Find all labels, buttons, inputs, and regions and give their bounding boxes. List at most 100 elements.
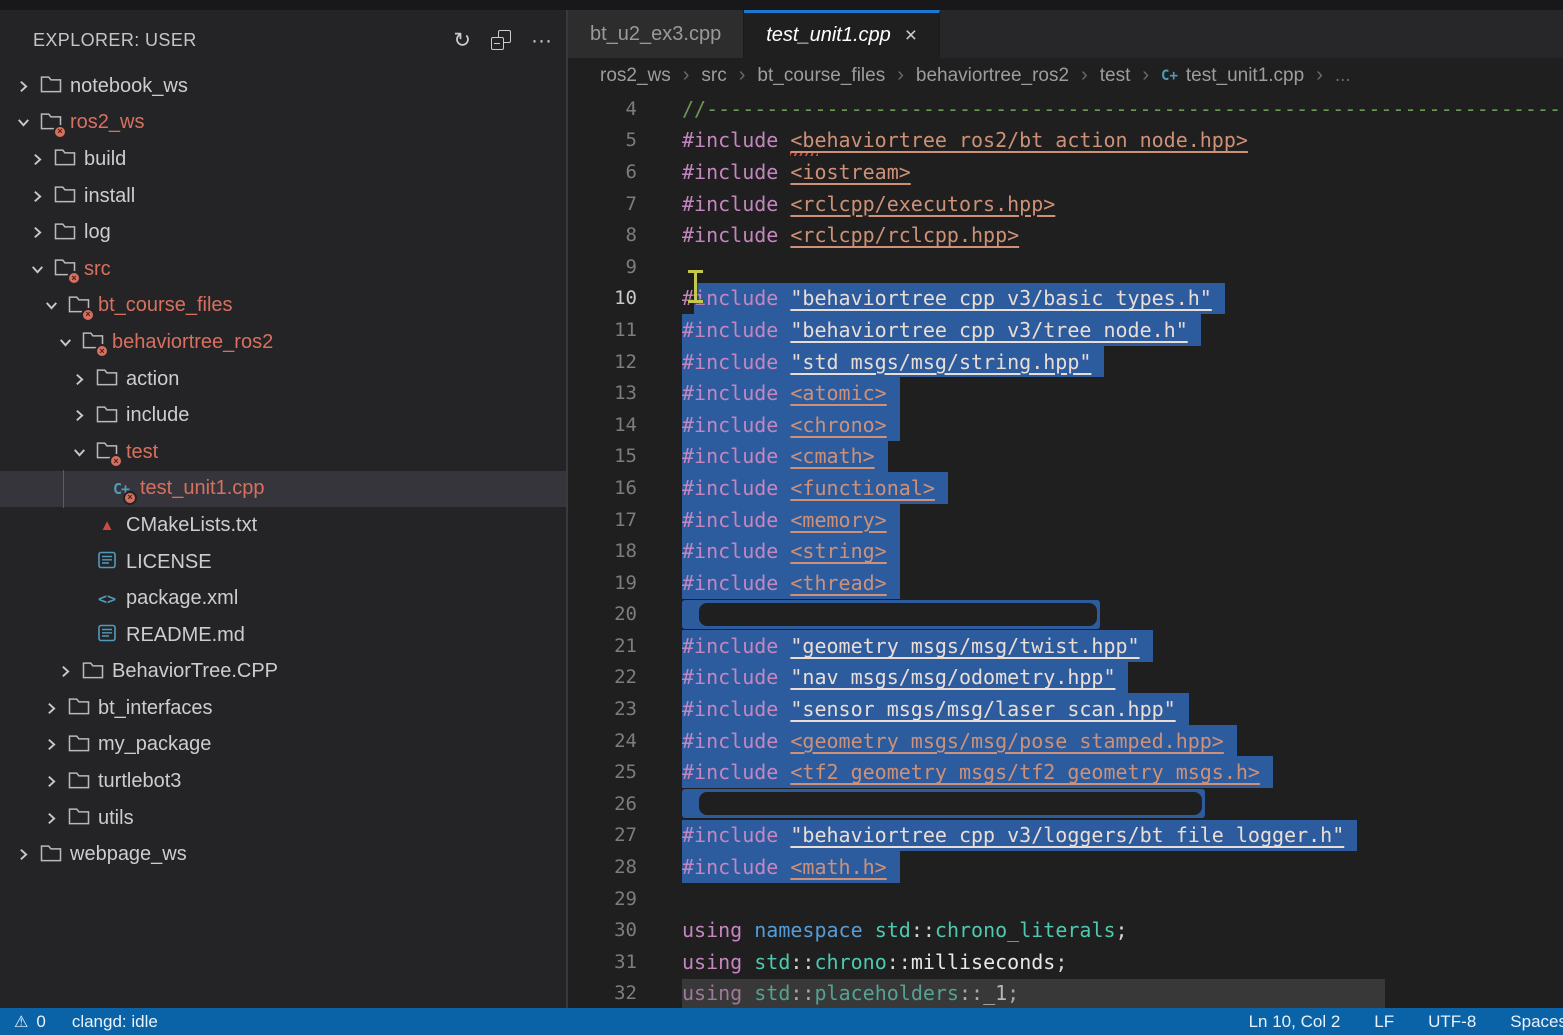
chevron-down-icon[interactable] (27, 261, 47, 278)
more-actions-icon[interactable]: ··· (531, 30, 552, 51)
tree-item-label: my_package (98, 733, 211, 756)
warning-icon: ⚠ (14, 1012, 28, 1032)
line-content: #include <rclcpp/executors.hpp> (660, 188, 1563, 220)
code-line-22: 22#include "nav_msgs/msg/odometry.hpp" (568, 662, 1563, 694)
tree-item-bt-interfaces[interactable]: bt_interfaces (0, 690, 566, 727)
chevron-down-icon[interactable] (55, 334, 75, 351)
tree-item-log[interactable]: log (0, 214, 566, 251)
code-line-21: 21#include "geometry_msgs/msg/twist.hpp" (568, 630, 1563, 662)
code-token: <memory> (790, 508, 886, 532)
breadcrumb-item-ros2-ws[interactable]: ros2_ws (600, 65, 671, 87)
code-token: <chrono> (790, 413, 886, 437)
code-token: ; (1055, 950, 1067, 974)
tree-item-bt-course-files[interactable]: ×bt_course_files (0, 288, 566, 325)
chevron-right-icon[interactable] (69, 407, 89, 424)
tree-item-label: bt_interfaces (98, 697, 213, 720)
code-token: "geometry_msgs/msg/twist.hpp" (790, 634, 1139, 658)
line-content: //--------------------------------------… (660, 93, 1563, 125)
breadcrumb-item-src[interactable]: src (701, 65, 726, 87)
line-content: using std::placeholders::_1; (660, 978, 1563, 1008)
status-bar: ⚠ 0 clangd: idle Ln 10, Col 2 LF UTF-8 Spac… (0, 1008, 1563, 1035)
code-line-30: 30using namespace std::chrono_literals; (568, 914, 1563, 946)
code-token: ; (1116, 918, 1128, 942)
line-content: #include "behaviortree_cpp_v3/basic_type… (660, 283, 1563, 315)
chevron-down-icon[interactable] (41, 297, 61, 314)
chevron-right-icon[interactable] (27, 224, 47, 241)
tree-item-package-xml[interactable]: <>package.xml (0, 580, 566, 617)
problems-indicator[interactable]: ⚠ 0 (14, 1012, 46, 1032)
chevron-right-icon[interactable] (13, 78, 33, 95)
chevron-right-icon[interactable] (41, 773, 61, 790)
line-content: #include <chrono> (660, 409, 1563, 441)
tree-item-webpage-ws[interactable]: webpage_ws (0, 836, 566, 873)
chevron-right-icon[interactable] (41, 736, 61, 753)
tree-item-license[interactable]: LICENSE (0, 544, 566, 581)
cursor-position[interactable]: Ln 10, Col 2 (1249, 1012, 1341, 1032)
chevron-down-icon[interactable] (13, 114, 33, 131)
breadcrumb-separator: › (1081, 64, 1088, 87)
code-token: "nav_msgs/msg/odometry.hpp" (790, 665, 1115, 689)
tree-item-cmakelists-txt[interactable]: ▲CMakeLists.txt (0, 507, 566, 544)
chevron-right-icon[interactable] (27, 188, 47, 205)
tree-item-install[interactable]: install (0, 178, 566, 215)
tree-item-turtlebot3[interactable]: turtlebot3 (0, 763, 566, 800)
close-icon[interactable]: × (905, 25, 917, 46)
code-token: #include (682, 855, 790, 879)
refresh-icon[interactable]: ↻ (453, 30, 471, 51)
tree-item-build[interactable]: build (0, 141, 566, 178)
code-token: #include (682, 223, 790, 247)
eol-indicator[interactable]: LF (1374, 1012, 1394, 1032)
warning-count: 0 (36, 1012, 45, 1032)
line-content (660, 251, 1563, 283)
tree-item-test-unit1-cpp[interactable]: C+×test_unit1.cpp (0, 471, 566, 508)
code-token: #include (682, 665, 790, 689)
line-content: #include <memory> (660, 504, 1563, 536)
code-token: #include (682, 128, 790, 152)
code-token: #include (682, 413, 790, 437)
tree-item-behaviortree-ros2[interactable]: ×behaviortree_ros2 (0, 324, 566, 361)
breadcrumb-separator: › (1316, 64, 1323, 87)
tree-item-label: include (126, 404, 189, 427)
editor-pane: bt_u2_ex3.cpptest_unit1.cpp× ros2_ws›src… (568, 0, 1563, 1008)
code-token: milliseconds (911, 950, 1056, 974)
tab-bt-u2-ex3-cpp[interactable]: bt_u2_ex3.cpp (568, 10, 744, 58)
chevron-right-icon[interactable] (13, 846, 33, 863)
chevron-right-icon[interactable] (55, 663, 75, 680)
tree-item-include[interactable]: include (0, 397, 566, 434)
tree-item-test[interactable]: ×test (0, 434, 566, 471)
tree-item-readme-md[interactable]: README.md (0, 617, 566, 654)
code-token: <geometry_msgs/msg/pose_stamped.hpp> (790, 729, 1223, 753)
tree-item-notebook-ws[interactable]: notebook_ws (0, 68, 566, 105)
chevron-right-icon[interactable] (41, 700, 61, 717)
line-content: #include <thread> (660, 567, 1563, 599)
indentation-indicator[interactable]: Spaces (1510, 1012, 1563, 1032)
breadcrumb-item-test[interactable]: test (1100, 65, 1131, 87)
tree-item-my-package[interactable]: my_package (0, 727, 566, 764)
line-number: 12 (568, 351, 660, 373)
breadcrumb-item-bt-course-files[interactable]: bt_course_files (757, 65, 885, 87)
tree-item-src[interactable]: ×src (0, 251, 566, 288)
chevron-down-icon[interactable] (69, 444, 89, 461)
code-line-24: 24#include <geometry_msgs/msg/pose_stamp… (568, 725, 1563, 757)
encoding-indicator[interactable]: UTF-8 (1428, 1012, 1476, 1032)
line-content: #include <iostream> (660, 156, 1563, 188)
tree-item-behaviortree-cpp[interactable]: BehaviorTree.CPP (0, 654, 566, 691)
tree-item-action[interactable]: action (0, 361, 566, 398)
tree-item-ros2-ws[interactable]: ×ros2_ws (0, 105, 566, 142)
code-line-9: 9 (568, 251, 1563, 283)
tree-item-utils[interactable]: utils (0, 800, 566, 837)
chevron-right-icon[interactable] (41, 810, 61, 827)
breadcrumb-item-behaviortree-ros2[interactable]: behaviortree_ros2 (916, 65, 1069, 87)
chevron-right-icon[interactable] (69, 371, 89, 388)
collapse-all-icon[interactable] (491, 30, 511, 50)
code-token: using (682, 918, 742, 942)
tree-item-label: ros2_ws (70, 111, 144, 134)
empty-line-selection (682, 600, 1100, 629)
clangd-status[interactable]: clangd: idle (72, 1012, 158, 1032)
chevron-right-icon[interactable] (27, 151, 47, 168)
breadcrumb-more[interactable]: ... (1335, 65, 1351, 87)
code-editor[interactable]: 4//-------------------------------------… (568, 93, 1563, 1008)
code-token: namespace (754, 918, 862, 942)
tab-test-unit1-cpp[interactable]: test_unit1.cpp× (744, 10, 940, 58)
breadcrumb-item-test-unit1-cpp[interactable]: test_unit1.cpp (1186, 65, 1304, 87)
